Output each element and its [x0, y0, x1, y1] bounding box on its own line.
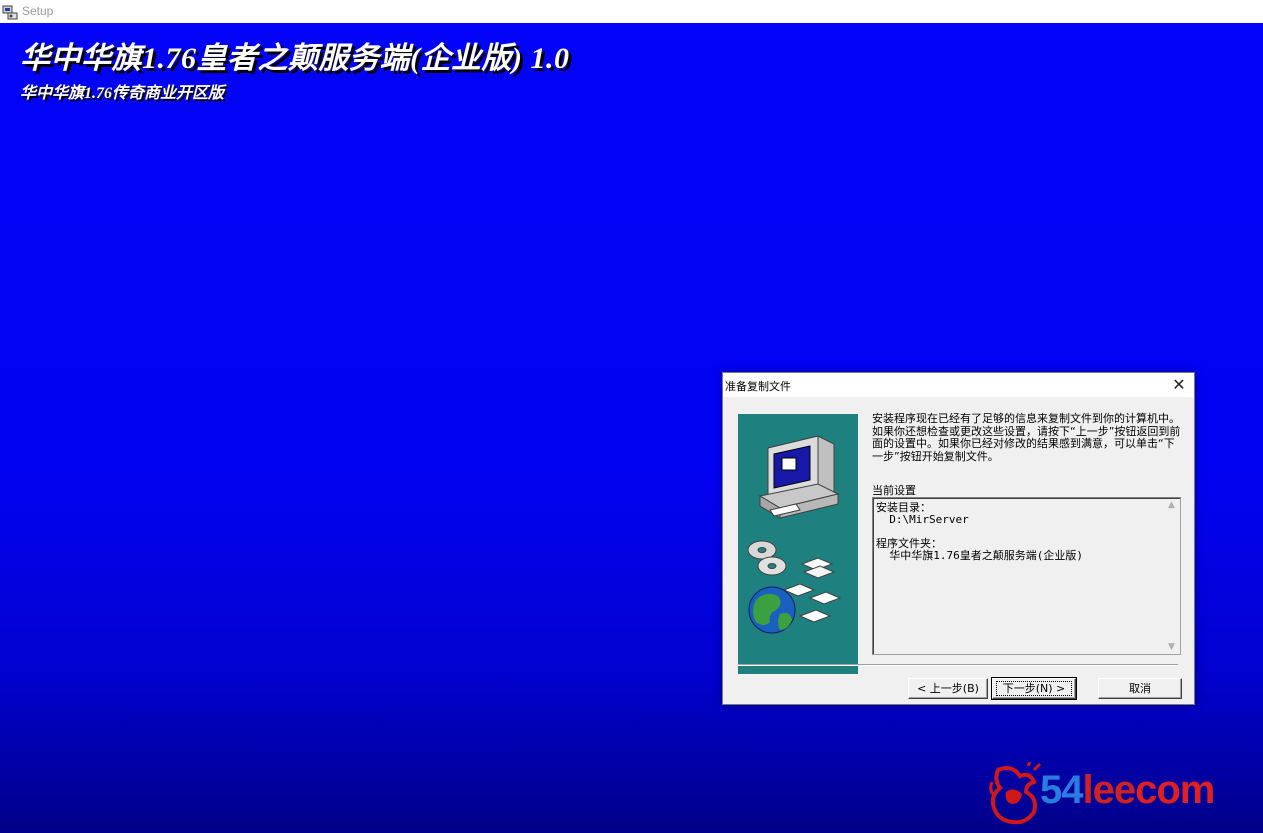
- current-settings-text: 安装目录： D:\MirServer 程序文件夹： 华中华旗1.76皇者之颠服务…: [876, 501, 1083, 562]
- back-button[interactable]: < 上一步(B): [908, 678, 988, 699]
- settings-scrollbar[interactable]: ▲ ▼: [1165, 498, 1180, 654]
- site-watermark: 54leecom: [988, 762, 1258, 828]
- close-icon[interactable]: ✕: [1168, 374, 1190, 396]
- scroll-down-icon[interactable]: ▼: [1168, 642, 1175, 652]
- window-titlebar: Setup: [0, 0, 1263, 24]
- computer-icon: [758, 435, 840, 519]
- focus-ring: [996, 681, 1072, 696]
- dialog-title: 准备复制文件: [725, 380, 791, 393]
- scroll-up-icon[interactable]: ▲: [1168, 500, 1175, 510]
- ready-to-copy-dialog: 准备复制文件 ✕ 安装程序现在已经有了足够的信息来复制文件到你的计算机中。如果你…: [722, 372, 1195, 705]
- dragon-logo-icon: [989, 762, 1042, 825]
- cancel-button[interactable]: 取消: [1098, 678, 1182, 699]
- watermark-text: 54leecom: [1040, 768, 1215, 813]
- globe-icon: [748, 586, 796, 634]
- setup-illustration-panel: [738, 414, 858, 674]
- current-settings-box[interactable]: 安装目录： D:\MirServer 程序文件夹： 华中华旗1.76皇者之颠服务…: [872, 497, 1181, 655]
- product-title: 华中华旗1.76皇者之颠服务端(企业版) 1.0: [20, 42, 570, 75]
- dialog-intro-text: 安装程序现在已经有了足够的信息来复制文件到你的计算机中。如果你还想检查或更改这些…: [872, 412, 1181, 463]
- window-title: Setup: [22, 4, 54, 18]
- watermark-com: com: [1135, 768, 1215, 812]
- next-button[interactable]: 下一步(N) >: [991, 677, 1077, 700]
- cd-icon: [747, 540, 787, 576]
- product-subtitle: 华中华旗1.76传奇商业开区版: [20, 85, 225, 102]
- dialog-body: 安装程序现在已经有了足够的信息来复制文件到你的计算机中。如果你还想检查或更改这些…: [723, 397, 1194, 704]
- dialog-titlebar[interactable]: 准备复制文件 ✕: [723, 373, 1194, 397]
- setup-app-icon: [2, 5, 18, 20]
- watermark-lee: lee: [1082, 768, 1137, 812]
- current-settings-label: 当前设置: [872, 484, 916, 497]
- button-divider: [738, 664, 1178, 666]
- watermark-digits: 54: [1040, 768, 1083, 812]
